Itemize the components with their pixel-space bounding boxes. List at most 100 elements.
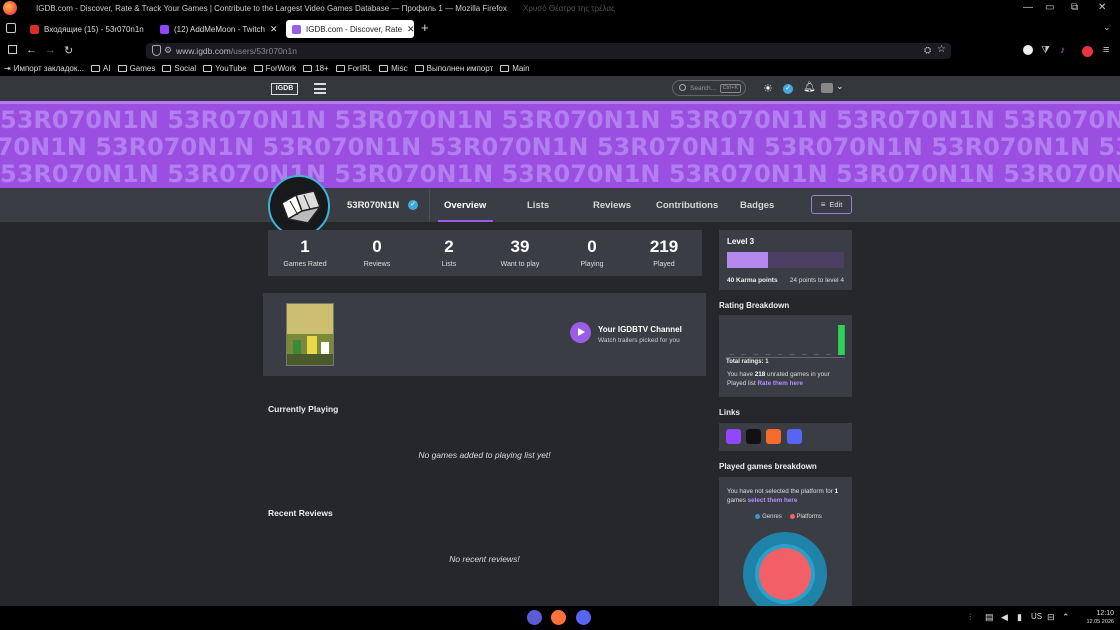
bookmark-folder[interactable]: Social bbox=[162, 64, 196, 73]
tab-overview-icon[interactable] bbox=[6, 23, 16, 33]
folder-icon bbox=[414, 64, 424, 72]
links-title: Links bbox=[719, 408, 740, 417]
tray-expand-icon[interactable]: ⌃ bbox=[1062, 612, 1070, 623]
profile-stats: 1 Games Rated 0 Reviews 2 Lists 39 Want to p… bbox=[268, 230, 702, 276]
network-wired-icon[interactable]: ⊟ bbox=[1047, 612, 1055, 623]
tab-twitch[interactable]: (12) AddMeMoon - Twitch ✕ bbox=[154, 20, 282, 38]
bookmark-folder[interactable]: AI bbox=[91, 64, 111, 73]
bookmark-folder[interactable]: Выполнен импорт bbox=[414, 64, 493, 73]
bookmark-folder[interactable]: Games bbox=[117, 64, 155, 73]
stat-lists[interactable]: 2 Lists bbox=[413, 230, 485, 268]
extensions-puzzle-icon[interactable]: ⧩ bbox=[1041, 45, 1050, 56]
igdbtv-title[interactable]: Your IGDBTV Channel bbox=[598, 325, 682, 334]
notifications-bell-icon[interactable]: 🔔︎ bbox=[803, 82, 816, 93]
bookmark-folder[interactable]: Misc bbox=[379, 64, 408, 73]
edit-profile-button[interactable]: ≡ Edit bbox=[811, 195, 852, 214]
verified-icon[interactable]: ✓ bbox=[783, 84, 793, 94]
igdb-logo[interactable]: IGDB bbox=[271, 83, 298, 95]
adblock-icon[interactable] bbox=[1082, 46, 1093, 57]
new-tab-icon[interactable]: + bbox=[421, 20, 429, 35]
chevron-down-icon[interactable]: ⌄ bbox=[836, 81, 844, 92]
play-icon[interactable] bbox=[570, 322, 591, 343]
user-avatar-icon[interactable] bbox=[821, 83, 833, 93]
url-bar[interactable]: ⚙ www.igdb.com/users/53r070n1n ⛭ ☆ bbox=[146, 43, 951, 59]
verified-badge-icon: ✓ bbox=[408, 200, 418, 210]
stat-want-to-play[interactable]: 39 Want to play bbox=[484, 230, 556, 268]
tab-igdb[interactable]: IGDB.com - Discover, Rate ✕ bbox=[286, 20, 414, 38]
stat-played[interactable]: 219 Played bbox=[628, 230, 700, 268]
steam-link-icon[interactable] bbox=[746, 429, 761, 444]
select-them-link[interactable]: select them here bbox=[748, 497, 798, 504]
twitch-extension-icon[interactable]: ♪ bbox=[1060, 45, 1065, 56]
tab-lists[interactable]: Lists bbox=[527, 200, 549, 211]
tab-badges[interactable]: Badges bbox=[740, 200, 774, 211]
avatar[interactable] bbox=[268, 175, 330, 237]
sidebar-toggle-icon[interactable] bbox=[8, 45, 17, 54]
clipboard-icon[interactable]: ▤ bbox=[985, 612, 994, 623]
menu-icon[interactable]: ≡ bbox=[1103, 44, 1109, 56]
forward-icon[interactable]: → bbox=[45, 44, 56, 56]
folder-icon bbox=[335, 64, 345, 72]
level-progress-fill bbox=[727, 252, 768, 268]
stat-playing[interactable]: 0 Playing bbox=[556, 230, 628, 268]
bookmark-star-icon[interactable]: ☆ bbox=[937, 44, 946, 55]
profile-username: 53R070N1N bbox=[347, 200, 400, 211]
tab-list-icon[interactable]: ⌄ bbox=[1103, 22, 1111, 33]
close-tab-icon[interactable]: ✕ bbox=[270, 24, 278, 35]
breakdown-legend: Genres Platforms bbox=[719, 514, 852, 520]
mixer-icon[interactable]: ⫶ bbox=[969, 612, 971, 623]
site-info-icon[interactable]: ⚙ bbox=[164, 45, 172, 56]
legend-genres[interactable]: Genres bbox=[762, 514, 782, 520]
rating-bar-empty bbox=[765, 354, 771, 355]
breakdown-donut-chart bbox=[743, 532, 827, 606]
bookmark-folder[interactable]: ForWork bbox=[253, 64, 296, 73]
volume-icon[interactable]: ◀ bbox=[1001, 612, 1008, 623]
extension-icon[interactable] bbox=[1023, 45, 1033, 55]
close-tab-icon[interactable]: ✕ bbox=[407, 24, 414, 35]
twitch-link-icon[interactable] bbox=[726, 429, 741, 444]
rating-bar-empty bbox=[753, 354, 759, 355]
clock[interactable]: 12:10 12.05.2026 bbox=[1086, 610, 1114, 626]
minimize-icon[interactable]: — bbox=[1023, 2, 1033, 13]
rating-bar-empty bbox=[741, 354, 747, 355]
rating-bar-empty bbox=[789, 354, 795, 355]
restore-icon[interactable]: ▭ bbox=[1045, 2, 1054, 13]
bookmark-import[interactable]: ⇥ Импорт закладок... bbox=[4, 64, 84, 73]
launcher-icon[interactable] bbox=[527, 610, 542, 625]
shield-icon[interactable] bbox=[152, 45, 161, 56]
keyboard-layout[interactable]: US bbox=[1031, 612, 1042, 621]
karma-points: 40 Karma points bbox=[727, 277, 778, 284]
tab-gmail[interactable]: Входящие (15) - 53r070n1n ✕ bbox=[24, 20, 146, 38]
bookmark-folder[interactable]: 18+ bbox=[303, 64, 329, 73]
discord-link-icon[interactable] bbox=[787, 429, 802, 444]
stat-games-rated[interactable]: 1 Games Rated bbox=[269, 230, 341, 268]
tab-overview[interactable]: Overview bbox=[444, 200, 486, 211]
currently-playing-title: Currently Playing bbox=[268, 404, 339, 414]
stat-reviews[interactable]: 0 Reviews bbox=[341, 230, 413, 268]
igdbtv-card[interactable]: Your IGDBTV Channel Watch trailers picke… bbox=[263, 293, 706, 376]
tab-contributions[interactable]: Contributions bbox=[656, 200, 718, 211]
bookmark-folder[interactable]: ForIRL bbox=[335, 64, 372, 73]
bookmark-folder[interactable]: Main bbox=[500, 64, 530, 73]
theme-toggle-icon[interactable]: ☀ bbox=[763, 82, 773, 95]
discord-taskbar-icon[interactable] bbox=[576, 610, 591, 625]
tab-reviews[interactable]: Reviews bbox=[593, 200, 631, 211]
firefox-taskbar-icon[interactable] bbox=[551, 610, 566, 625]
reload-icon[interactable]: ↻ bbox=[64, 44, 73, 57]
legend-platforms[interactable]: Platforms bbox=[797, 514, 822, 520]
close-window-icon[interactable]: ✕ bbox=[1098, 2, 1106, 13]
origin-link-icon[interactable] bbox=[766, 429, 781, 444]
search-input[interactable]: Search... Ctrl+K bbox=[672, 80, 746, 96]
translate-icon[interactable]: ⛭ bbox=[924, 45, 931, 56]
platform-message: You have not selected the platform for 1… bbox=[727, 488, 839, 504]
twitch-icon bbox=[160, 24, 169, 34]
game-thumbnail[interactable] bbox=[286, 303, 334, 366]
genres-dot-icon bbox=[755, 514, 761, 519]
rate-them-link[interactable]: Rate them here bbox=[757, 380, 803, 387]
back-icon[interactable]: ← bbox=[26, 44, 37, 56]
maximize-icon[interactable]: ⧉ bbox=[1071, 2, 1078, 13]
window-title-ghost: Χρυσό Θέατρο της τρέλας bbox=[523, 4, 615, 13]
network-icon[interactable]: ▮ bbox=[1017, 612, 1022, 623]
bookmark-folder[interactable]: YouTube bbox=[203, 64, 247, 73]
hamburger-menu-icon[interactable] bbox=[314, 83, 326, 94]
